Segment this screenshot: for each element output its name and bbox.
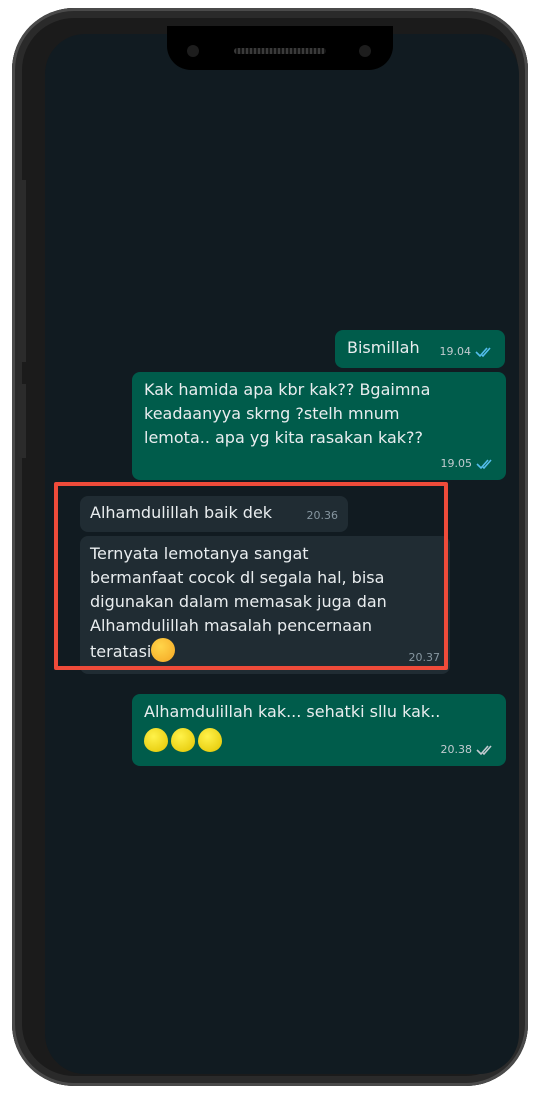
- lemon-emoji-icon: [171, 728, 195, 752]
- camera-icon: [187, 45, 199, 57]
- message-time: 19.04: [439, 345, 472, 358]
- message-bubble-outgoing[interactable]: Alhamdulillah kak... sehatki sllu kak.. …: [132, 694, 506, 766]
- speaker-grille: [234, 48, 326, 54]
- lemon-emoji-icon: [144, 728, 168, 752]
- message-meta: 19.05: [441, 452, 497, 476]
- power-button: [18, 384, 26, 458]
- highlight-box: [54, 482, 448, 670]
- message-text: Bismillah: [347, 338, 420, 357]
- sensor-icon: [359, 45, 371, 57]
- lemon-emoji-icon: [198, 728, 222, 752]
- message-meta: 19.04: [440, 340, 496, 364]
- message-meta: 20.38: [441, 738, 497, 762]
- delivered-ticks-icon: [476, 745, 492, 756]
- message-bubble-outgoing[interactable]: Bismillah 19.04: [335, 330, 505, 368]
- volume-button: [18, 180, 26, 362]
- message-text: Kak hamida apa kbr kak?? Bgaimna keadaan…: [144, 380, 431, 447]
- message-text: Alhamdulillah kak... sehatki sllu kak..: [144, 702, 441, 721]
- message-time: 19.05: [440, 457, 473, 470]
- message-bubble-outgoing[interactable]: Kak hamida apa kbr kak?? Bgaimna keadaan…: [132, 372, 506, 480]
- read-ticks-icon: [476, 459, 492, 470]
- message-time: 20.38: [440, 743, 473, 756]
- phone-notch: [167, 26, 393, 70]
- read-ticks-icon: [475, 347, 491, 358]
